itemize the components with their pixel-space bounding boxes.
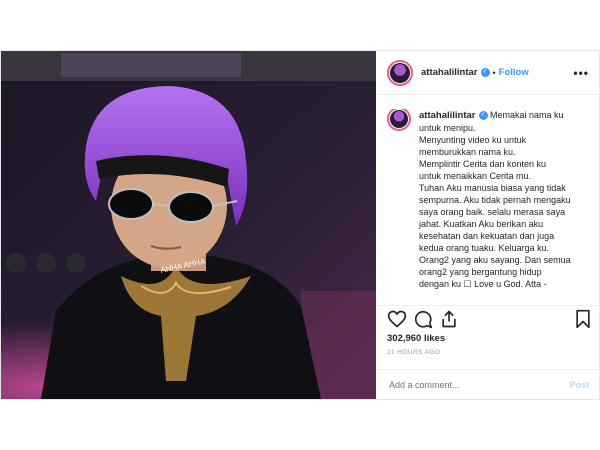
verified-icon: ✓ [480, 68, 490, 77]
caption-text-line: Menyunting video ku untuk [419, 135, 527, 145]
caption-text-line: memburukkan nama ku. [419, 147, 516, 157]
separator-dot: • [492, 67, 496, 78]
follow-button[interactable]: Follow [499, 67, 529, 78]
caption-text-line: Memplintir Cerita dan konten ku [419, 159, 547, 169]
bookmark-icon[interactable] [573, 309, 593, 329]
more-icon[interactable]: ••• [573, 66, 589, 80]
avatar-image [390, 110, 408, 128]
caption-username[interactable]: attahalilintar [419, 110, 476, 121]
header-username[interactable]: attahalilintar [421, 67, 478, 78]
caption-text-line: dengan ku ☐ Love u God. Atta - [419, 279, 547, 289]
caption-text-line: Memakai nama ku [490, 110, 564, 120]
caption-text-line: kesehatan dan kekuatan dan juga [419, 231, 555, 241]
caption-text-line: orang2 yang bergantung hidup [419, 267, 542, 277]
caption-text-line: untuk menipu. [419, 123, 476, 133]
heart-icon[interactable] [387, 309, 407, 329]
post-timestamp[interactable]: 21 HOURS AGO [387, 349, 440, 356]
avatar[interactable] [387, 59, 413, 86]
avatar-image [390, 62, 410, 83]
caption-body: attahalilintar ✓ Memakai nama ku untuk me… [419, 109, 571, 301]
caption-text-line: Orang2 yang aku sayang. Dan semua [419, 255, 571, 265]
caption-text-line: jahat. Kuatkan Aku berikan aku [419, 219, 544, 229]
post-photo[interactable]: AHHA AHHA [1, 51, 376, 399]
caption-text-line: kedua orang tuaku. Keluarga ku. [419, 243, 550, 253]
caption-avatar[interactable] [387, 109, 411, 131]
caption: attahalilintar ✓ Memakai nama ku untuk me… [387, 109, 591, 301]
comment-icon[interactable] [413, 309, 433, 329]
caption-text-line: saya orang baik. selalu merasa saya [419, 207, 566, 217]
verified-icon: ✓ [478, 111, 488, 121]
caption-text-line: sempurna. Aku tidak pernah mengaku [419, 195, 571, 205]
comment-input[interactable] [387, 378, 570, 391]
action-bar [377, 305, 599, 336]
caption-text-line: untuk menaikkan Cerita mu. [419, 171, 532, 181]
likes-count[interactable]: 302,960 likes [387, 333, 445, 344]
caption-text-line: Tuhan Aku manusia biasa yang tidak [419, 183, 566, 193]
post-comment-button[interactable]: Post [569, 380, 589, 390]
comment-box: Post [377, 369, 599, 399]
photo-illustration: AHHA AHHA [1, 51, 376, 399]
post-header: attahalilintar ✓ • Follow ••• [377, 51, 599, 95]
instagram-post: AHHA AHHA attahalilintar ✓ • Follow ••• … [0, 50, 600, 400]
share-icon[interactable] [439, 309, 459, 329]
post-panel: attahalilintar ✓ • Follow ••• attahalili… [377, 51, 599, 399]
